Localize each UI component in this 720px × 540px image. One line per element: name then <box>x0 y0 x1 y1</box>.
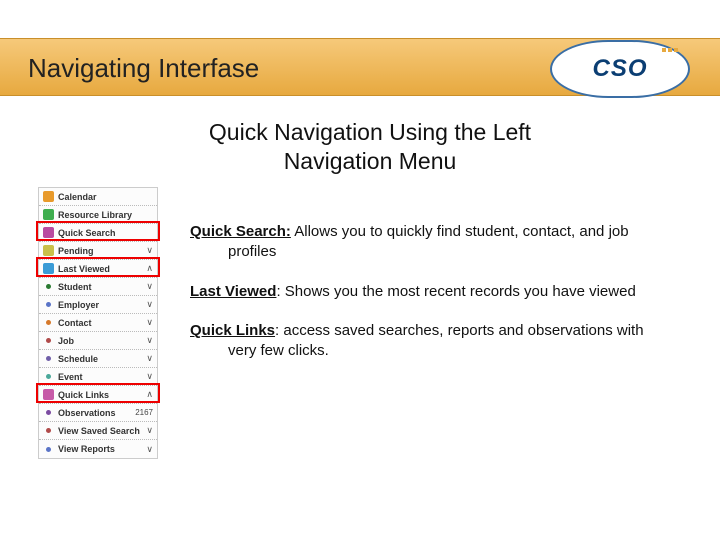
bullet-icon <box>46 428 51 433</box>
nav-item[interactable]: Job∨ <box>39 332 157 350</box>
chevron-icon[interactable]: ∧ <box>146 389 153 400</box>
nav-label: Resource Library <box>58 210 153 220</box>
nav-item[interactable]: Student∨ <box>39 278 157 296</box>
bullet-icon <box>46 356 51 361</box>
nav-item[interactable]: Schedule∨ <box>39 350 157 368</box>
nav-item[interactable]: Quick Links∧ <box>39 386 157 404</box>
page-title: Navigating Interfase <box>28 53 259 84</box>
nav-item[interactable]: View Reports∨ <box>39 440 157 458</box>
chevron-icon[interactable]: ∨ <box>146 335 153 346</box>
nav-label: Schedule <box>58 354 146 364</box>
bullet-icon <box>46 410 51 415</box>
nav-label: Last Viewed <box>58 264 146 274</box>
desc-quick-search: Quick Search: Allows you to quickly find… <box>190 222 672 262</box>
nav-item[interactable]: View Saved Search∨ <box>39 422 157 440</box>
bullet-icon <box>46 302 51 307</box>
nav-label: Contact <box>58 318 146 328</box>
chevron-icon[interactable]: ∨ <box>146 353 153 364</box>
nav-label: View Reports <box>58 444 146 454</box>
nav-icon <box>43 209 54 220</box>
nav-label: Job <box>58 336 146 346</box>
logo-accent <box>662 48 678 52</box>
chevron-icon[interactable]: ∧ <box>146 263 153 274</box>
nav-item[interactable]: Calendar <box>39 188 157 206</box>
nav-item[interactable]: Contact∨ <box>39 314 157 332</box>
nav-item[interactable]: Observations2167 <box>39 404 157 422</box>
bullet-icon <box>46 320 51 325</box>
description-block: Quick Search: Allows you to quickly find… <box>190 222 672 381</box>
nav-icon <box>43 191 54 202</box>
bullet-icon <box>46 338 51 343</box>
nav-item[interactable]: Event∨ <box>39 368 157 386</box>
nav-item[interactable]: Resource Library <box>39 206 157 224</box>
nav-item[interactable]: Pending∨ <box>39 242 157 260</box>
nav-icon <box>43 389 54 400</box>
nav-icon <box>43 227 54 238</box>
nav-label: Calendar <box>58 192 153 202</box>
chevron-icon[interactable]: ∨ <box>146 299 153 310</box>
bullet-icon <box>46 284 51 289</box>
nav-item[interactable]: Quick Search <box>39 224 157 242</box>
nav-label: Pending <box>58 246 146 256</box>
chevron-icon[interactable]: ∨ <box>146 281 153 292</box>
logo: CSO <box>550 40 690 98</box>
nav-label: View Saved Search <box>58 426 146 436</box>
bullet-icon <box>46 447 51 452</box>
chevron-icon[interactable]: ∨ <box>146 425 153 436</box>
nav-label: Observations <box>58 408 133 418</box>
desc-last-viewed: Last Viewed: Shows you the most recent r… <box>190 282 672 302</box>
logo-text: CSO <box>592 55 647 83</box>
desc-quick-links: Quick Links: access saved searches, repo… <box>190 321 672 361</box>
nav-icon <box>43 263 54 274</box>
section-heading: Quick Navigation Using the Left Navigati… <box>200 118 540 176</box>
nav-label: Student <box>58 282 146 292</box>
nav-item[interactable]: Last Viewed∧ <box>39 260 157 278</box>
nav-label: Event <box>58 372 146 382</box>
nav-label: Quick Search <box>58 228 153 238</box>
left-nav-thumbnail: Calendar Resource Library Quick Search Pend… <box>38 187 158 459</box>
nav-icon <box>43 245 54 256</box>
chevron-icon[interactable]: ∨ <box>146 444 153 455</box>
nav-label: Quick Links <box>58 390 146 400</box>
chevron-icon[interactable]: ∨ <box>146 371 153 382</box>
chevron-icon[interactable]: ∨ <box>146 317 153 328</box>
nav-label: Employer <box>58 300 146 310</box>
bullet-icon <box>46 374 51 379</box>
nav-item[interactable]: Employer∨ <box>39 296 157 314</box>
nav-count: 2167 <box>135 408 153 417</box>
chevron-icon[interactable]: ∨ <box>146 245 153 256</box>
